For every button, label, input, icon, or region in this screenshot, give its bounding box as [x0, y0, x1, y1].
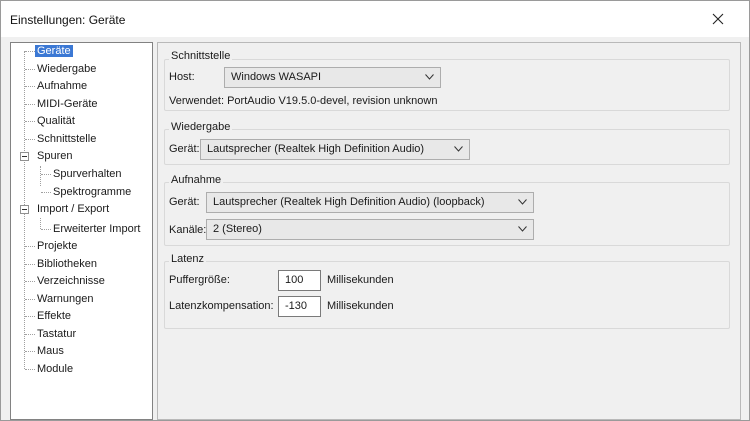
portaudio-version-text: Verwendet: PortAudio V19.5.0-devel, revi…	[169, 95, 438, 107]
tree-item-bibliotheken[interactable]: Bibliotheken	[35, 256, 99, 272]
tree-item-spektrogramme[interactable]: Spektrogramme	[51, 184, 133, 200]
tree-connector	[25, 69, 35, 70]
tree-item-maus[interactable]: Maus	[35, 343, 66, 359]
spuren-expander-icon[interactable]	[20, 152, 29, 161]
tree-item-spurverhalten[interactable]: Spurverhalten	[51, 166, 124, 182]
tree-item-wiedergabe[interactable]: Wiedergabe	[35, 61, 98, 77]
host-dropdown[interactable]: Windows WASAPI	[224, 67, 441, 88]
tree-connector	[41, 192, 51, 193]
buffer-size-input[interactable]: 100	[278, 270, 321, 291]
tree-connector	[25, 299, 35, 300]
tree-connector	[25, 369, 35, 370]
latency-compensation-label: Latenzkompensation:	[169, 300, 274, 312]
wiedergabe-title: Wiedergabe	[169, 121, 233, 133]
import-export-expander-icon[interactable]	[20, 205, 29, 214]
tree-item-import-export[interactable]: Import / Export	[35, 201, 111, 217]
tree-connector	[41, 174, 51, 175]
preferences-window: Einstellungen: Geräte Geräte Wiedergabe …	[0, 0, 750, 421]
tree-connector	[25, 281, 35, 282]
buffer-size-label: Puffergröße:	[169, 274, 230, 286]
close-icon	[712, 13, 724, 25]
tree-connector	[25, 334, 35, 335]
playback-device-dropdown[interactable]: Lautsprecher (Realtek High Definition Au…	[200, 139, 470, 160]
tree-item-module[interactable]: Module	[35, 361, 75, 377]
tree-item-spuren[interactable]: Spuren	[35, 148, 74, 164]
buffer-size-unit: Millisekunden	[327, 274, 394, 286]
window-title: Einstellungen: Geräte	[10, 13, 126, 27]
tree-connector	[25, 351, 35, 352]
preferences-tree: Geräte Wiedergabe Aufnahme MIDI-Geräte Q…	[10, 42, 153, 420]
tree-connector	[25, 264, 35, 265]
host-label: Host:	[169, 71, 195, 83]
tree-item-schnittstelle[interactable]: Schnittstelle	[35, 131, 98, 147]
tree-connector	[25, 139, 35, 140]
tree-item-aufnahme[interactable]: Aufnahme	[35, 78, 89, 94]
tree-item-warnungen[interactable]: Warnungen	[35, 291, 95, 307]
tree-item-effekte[interactable]: Effekte	[35, 308, 73, 324]
aufnahme-title: Aufnahme	[169, 174, 224, 186]
tree-connector	[40, 218, 41, 229]
title-bar: Einstellungen: Geräte	[1, 1, 749, 37]
schnittstelle-title: Schnittstelle	[169, 50, 233, 62]
chevron-down-icon	[518, 199, 527, 205]
latency-compensation-unit: Millisekunden	[327, 300, 394, 312]
channels-label: Kanäle:	[169, 224, 207, 236]
tree-connector	[41, 229, 51, 230]
tree-connector	[40, 166, 41, 186]
tree-connector	[25, 86, 35, 87]
settings-pane: Schnittstelle Host: Windows WASAPI Verwe…	[157, 42, 741, 420]
chevron-down-icon	[454, 146, 463, 152]
recording-device-dropdown[interactable]: Lautsprecher (Realtek High Definition Au…	[206, 192, 534, 213]
latenz-group	[164, 261, 730, 329]
chevron-down-icon	[425, 74, 434, 80]
tree-item-projekte[interactable]: Projekte	[35, 238, 79, 254]
tree-connector	[25, 51, 35, 52]
tree-item-tastatur[interactable]: Tastatur	[35, 326, 78, 342]
playback-device-label: Gerät:	[169, 143, 200, 155]
latency-compensation-input[interactable]: -130	[278, 296, 321, 317]
tree-item-geraete[interactable]: Geräte	[35, 43, 73, 59]
latenz-title: Latenz	[169, 253, 207, 265]
tree-item-qualitaet[interactable]: Qualität	[35, 113, 77, 129]
tree-connector	[25, 121, 35, 122]
chevron-down-icon	[518, 226, 527, 232]
tree-connector	[25, 104, 35, 105]
close-button[interactable]	[701, 7, 735, 31]
tree-item-erweiterter-import[interactable]: Erweiterter Import	[51, 221, 142, 237]
tree-item-verzeichnisse[interactable]: Verzeichnisse	[35, 273, 107, 289]
tree-item-midi-geraete[interactable]: MIDI-Geräte	[35, 96, 100, 112]
tree-connector	[25, 246, 35, 247]
tree-connector	[25, 316, 35, 317]
recording-device-label: Gerät:	[169, 196, 200, 208]
channels-dropdown[interactable]: 2 (Stereo)	[206, 219, 534, 240]
